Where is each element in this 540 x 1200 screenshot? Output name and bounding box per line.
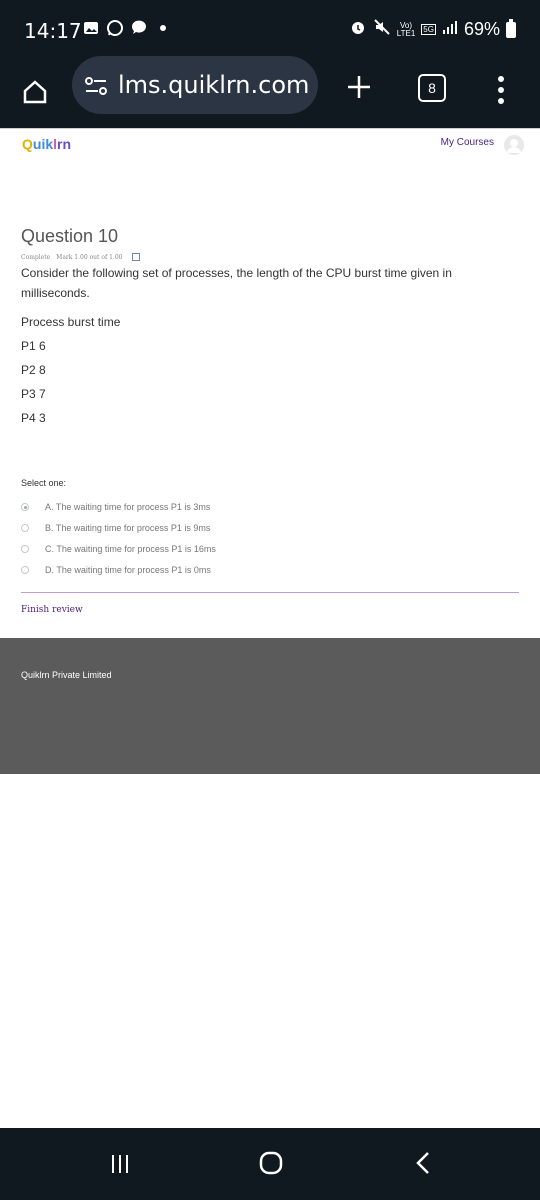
question-title: Question 10: [21, 226, 119, 246]
back-icon[interactable]: [414, 1150, 432, 1176]
divider: [21, 592, 519, 593]
radio-icon[interactable]: [21, 523, 29, 532]
site-logo[interactable]: Quiklrn: [22, 136, 71, 152]
status-time: 14:17: [24, 19, 82, 43]
question-meta: Complete Mark 1.00 out of 1.00: [21, 253, 521, 261]
my-courses-link[interactable]: My Courses: [441, 137, 494, 148]
battery-icon: [506, 18, 516, 38]
select-one-label: Select one:: [21, 478, 67, 488]
process-row: P1 6: [21, 339, 46, 353]
answer-option-b[interactable]: B. The waiting time for process P1 is 9m…: [21, 517, 216, 538]
tabs-icon[interactable]: 8: [418, 74, 446, 102]
notification-icons: [82, 19, 172, 37]
url-text[interactable]: lms.quiklrn.com/q: [118, 71, 308, 99]
radio-icon[interactable]: [21, 544, 29, 553]
home-icon[interactable]: [20, 77, 50, 107]
plus-icon[interactable]: [344, 72, 374, 102]
answer-option-c[interactable]: C. The waiting time for process P1 is 16…: [21, 538, 216, 559]
address-bar[interactable]: lms.quiklrn.com/q: [72, 56, 318, 114]
battery-percent: 69%: [463, 19, 500, 39]
avatar[interactable]: [504, 135, 524, 155]
question-status: Complete: [21, 253, 51, 261]
gallery-icon: [82, 19, 100, 37]
process-row: P4 3: [21, 411, 46, 425]
recent-apps-icon[interactable]: [108, 1152, 132, 1176]
alarm-icon: [349, 18, 367, 41]
chat-icon: [130, 19, 148, 37]
tune-icon[interactable]: [84, 76, 108, 96]
answer-option-d[interactable]: D. The waiting time for process P1 is 0m…: [21, 559, 216, 580]
answer-options: A. The waiting time for process P1 is 3m…: [21, 496, 216, 580]
answer-option-a[interactable]: A. The waiting time for process P1 is 3m…: [21, 496, 216, 517]
question-text: Consider the following set of processes,…: [21, 266, 452, 300]
status-bar: 14:17 Vo) LTE1 5G 69%: [0, 0, 540, 60]
dot-icon: [154, 19, 172, 37]
finish-review-link[interactable]: Finish review: [21, 605, 83, 615]
more-icon[interactable]: [495, 73, 507, 107]
site-footer: Quiklrn Private Limited: [0, 638, 540, 774]
status-right: Vo) LTE1 5G 69%: [349, 18, 516, 41]
browser-toolbar: lms.quiklrn.com/q 8: [0, 56, 540, 128]
whatsapp-icon: [106, 19, 124, 37]
question-content: Question 10 Complete Mark 1.00 out of 1.…: [21, 220, 521, 425]
footer-company: Quiklrn Private Limited: [21, 670, 112, 680]
process-row: P3 7: [21, 387, 46, 401]
signal-icon: [442, 19, 458, 40]
site-header: Quiklrn My Courses: [0, 128, 540, 159]
5g-icon: 5G: [421, 24, 436, 35]
network-type: Vo) LTE1: [396, 20, 416, 38]
tabs-count: 8: [428, 80, 436, 96]
mute-icon: [373, 18, 391, 41]
radio-selected-icon[interactable]: [21, 502, 29, 511]
process-row: P2 8: [21, 363, 46, 377]
system-navbar: [0, 1128, 540, 1200]
home-button-icon[interactable]: [258, 1150, 284, 1176]
table-header: Process burst time: [21, 315, 121, 329]
flag-icon[interactable]: [132, 253, 141, 261]
question-mark: Mark 1.00 out of 1.00: [56, 253, 123, 261]
radio-icon[interactable]: [21, 565, 29, 574]
